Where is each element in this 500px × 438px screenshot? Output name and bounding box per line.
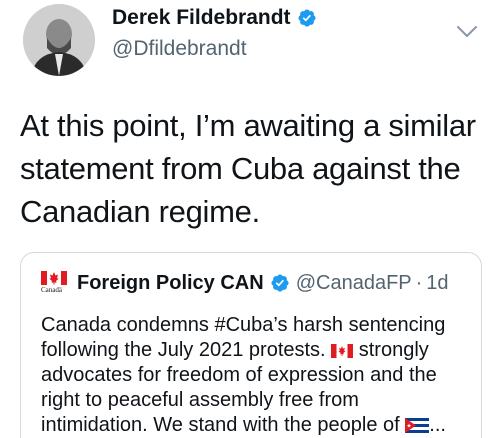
canada-flag-icon	[331, 344, 354, 358]
author-avatar[interactable]	[23, 4, 95, 76]
tweet-text: At this point, I’m awaiting a similar st…	[20, 108, 476, 229]
author-name[interactable]: Derek Fildebrandt	[112, 6, 291, 30]
quoted-tweet[interactable]: Canadä Foreign Policy CAN @CanadaFP · 1d…	[20, 252, 482, 438]
quoted-author-handle[interactable]: @CanadaFP	[296, 272, 412, 295]
canada-logo-icon: Canadä	[41, 271, 67, 295]
canada-logo-caption: Canadä	[41, 286, 62, 294]
cuba-flag-icon	[405, 418, 430, 433]
verified-badge-icon	[271, 274, 289, 292]
quoted-tweet-time[interactable]: 1d	[426, 272, 448, 295]
avatar-image	[23, 4, 95, 76]
quoted-author-name[interactable]: Foreign Policy CAN	[77, 272, 264, 295]
truncation-ellipsis: ...	[429, 414, 446, 436]
verified-badge-icon	[298, 9, 316, 27]
author-handle[interactable]: @Dfildebrandt	[112, 37, 247, 61]
chevron-down-icon[interactable]	[456, 25, 478, 39]
quoted-tweet-header: Canadä Foreign Policy CAN @CanadaFP · 1d	[41, 271, 449, 295]
quoted-tweet-body: Canada condemns #Cuba’s harsh sentencing…	[41, 313, 471, 438]
author-name-row[interactable]: Derek Fildebrandt	[112, 6, 317, 30]
separator-dot: ·	[415, 271, 423, 294]
